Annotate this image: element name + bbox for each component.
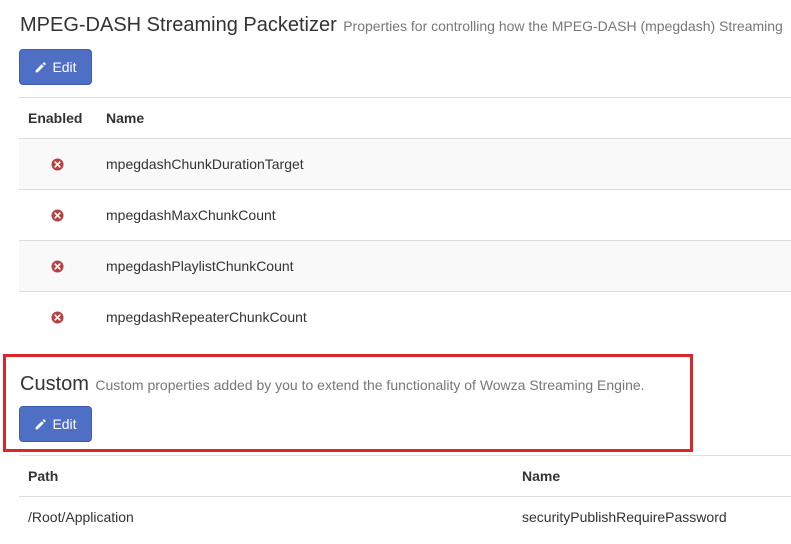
- packetizer-title: MPEG-DASH Streaming Packetizer: [20, 14, 337, 36]
- table-header-row: Path Name: [19, 455, 791, 496]
- custom-description: Custom properties added by you to extend…: [95, 377, 645, 393]
- packetizer-edit-label: Edit: [52, 59, 77, 75]
- page: MPEG-DASH Streaming Packetizer Propertie…: [0, 0, 791, 544]
- custom-title: Custom: [20, 373, 89, 395]
- table-row[interactable]: mpegdashRepeaterChunkCount: [19, 291, 791, 342]
- packetizer-header: MPEG-DASH Streaming Packetizer Propertie…: [20, 14, 791, 37]
- custom-properties-table: Path Name /Root/Application securityPubl…: [19, 455, 791, 536]
- column-header-enabled: Enabled: [28, 110, 83, 126]
- column-header-name: Name: [522, 468, 561, 484]
- disabled-x-icon: [51, 190, 64, 240]
- disabled-x-icon: [51, 139, 64, 189]
- pencil-icon: [36, 61, 47, 72]
- packetizer-properties-table: Enabled Name mpegdashChunkDurationTarget…: [19, 97, 791, 342]
- table-row[interactable]: /Root/Application securityPublishRequire…: [19, 496, 791, 536]
- table-header-row: Enabled Name: [19, 97, 791, 138]
- packetizer-edit-button[interactable]: Edit: [19, 49, 92, 85]
- property-name: mpegdashRepeaterChunkCount: [106, 309, 307, 325]
- table-row[interactable]: mpegdashPlaylistChunkCount: [19, 240, 791, 291]
- packetizer-description: Properties for controlling how the MPEG-…: [343, 18, 783, 34]
- custom-edit-button[interactable]: Edit: [19, 406, 92, 442]
- property-name: securityPublishRequirePassword: [522, 508, 727, 525]
- table-row[interactable]: mpegdashChunkDurationTarget: [19, 138, 791, 189]
- custom-edit-label: Edit: [52, 416, 77, 432]
- property-name: mpegdashPlaylistChunkCount: [106, 258, 294, 274]
- property-name: mpegdashMaxChunkCount: [106, 207, 276, 223]
- highlight-box: [3, 354, 693, 452]
- disabled-x-icon: [51, 241, 64, 291]
- pencil-icon: [36, 418, 47, 429]
- column-header-name: Name: [106, 110, 145, 126]
- property-name: mpegdashChunkDurationTarget: [106, 156, 304, 172]
- disabled-x-icon: [51, 292, 64, 342]
- custom-header: Custom Custom properties added by you to…: [20, 373, 645, 396]
- column-header-path: Path: [28, 468, 59, 484]
- property-path: /Root/Application: [28, 508, 134, 525]
- table-row[interactable]: mpegdashMaxChunkCount: [19, 189, 791, 240]
